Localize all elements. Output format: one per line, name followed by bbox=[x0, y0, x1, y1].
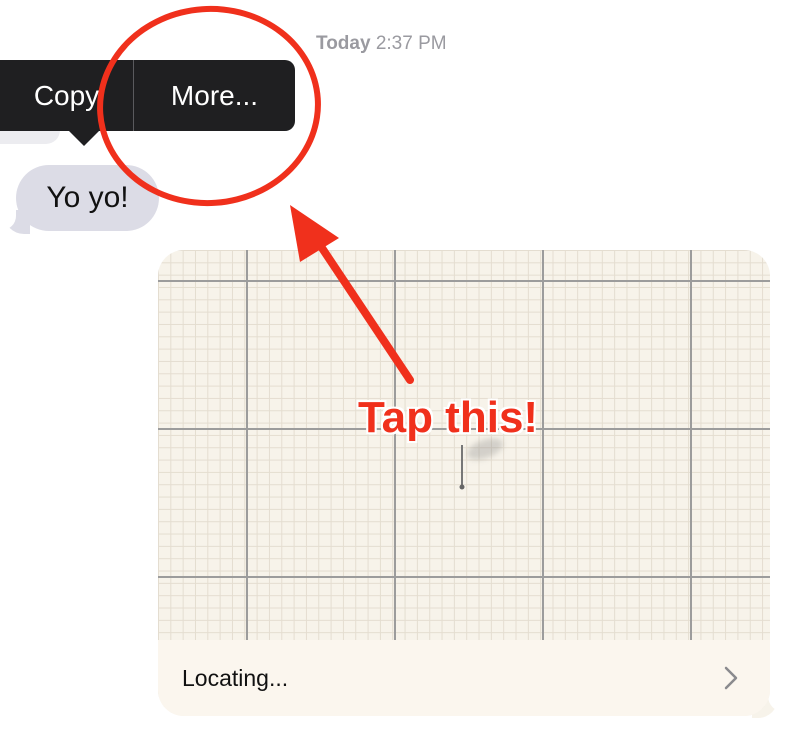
incoming-message-text: Yo yo! bbox=[46, 181, 129, 214]
location-footer[interactable]: Locating... bbox=[158, 640, 770, 716]
map-pin-icon bbox=[459, 445, 465, 490]
annotation-label: Tap this! bbox=[358, 393, 539, 442]
timestamp-time: 2:37 PM bbox=[375, 33, 447, 54]
chevron-right-icon bbox=[724, 666, 738, 690]
menu-pointer bbox=[68, 130, 100, 146]
timestamp-day: Today bbox=[316, 33, 371, 54]
location-status-text: Locating... bbox=[182, 664, 289, 691]
message-timestamp: Today 2:37 PM bbox=[316, 33, 447, 55]
